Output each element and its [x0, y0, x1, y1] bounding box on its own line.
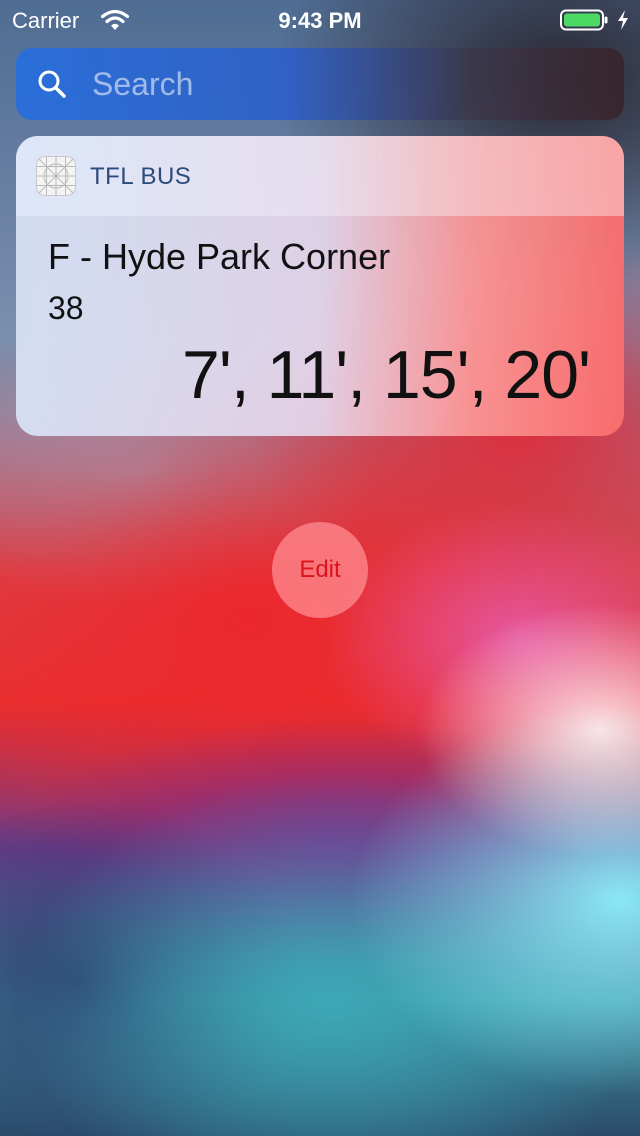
charging-bolt-icon — [618, 10, 628, 30]
widget-header: TFL BUS — [16, 136, 624, 216]
edit-button[interactable]: Edit — [272, 522, 368, 618]
tfl-bus-widget[interactable]: TFL BUS F - Hyde Park Corner 38 7', 11',… — [16, 136, 624, 436]
arrival-times: 7', 11', 15', 20' — [182, 337, 591, 413]
search-placeholder: Search — [92, 66, 194, 102]
status-bar: Carrier 9:43 PM — [0, 0, 640, 40]
edit-button-label: Edit — [299, 556, 341, 583]
bus-route-number: 38 — [48, 290, 84, 326]
clock-time: 9:43 PM — [278, 8, 362, 33]
battery-icon — [560, 9, 608, 31]
widget-app-name: TFL BUS — [90, 163, 192, 190]
search-icon — [38, 70, 66, 98]
tfl-bus-app-icon — [36, 156, 76, 196]
bus-destination: F - Hyde Park Corner — [48, 236, 391, 277]
search-field[interactable]: Search — [16, 48, 624, 120]
home-today-view: Carrier 9:43 PM Search TFL BUS F - Hyde … — [0, 0, 640, 1136]
